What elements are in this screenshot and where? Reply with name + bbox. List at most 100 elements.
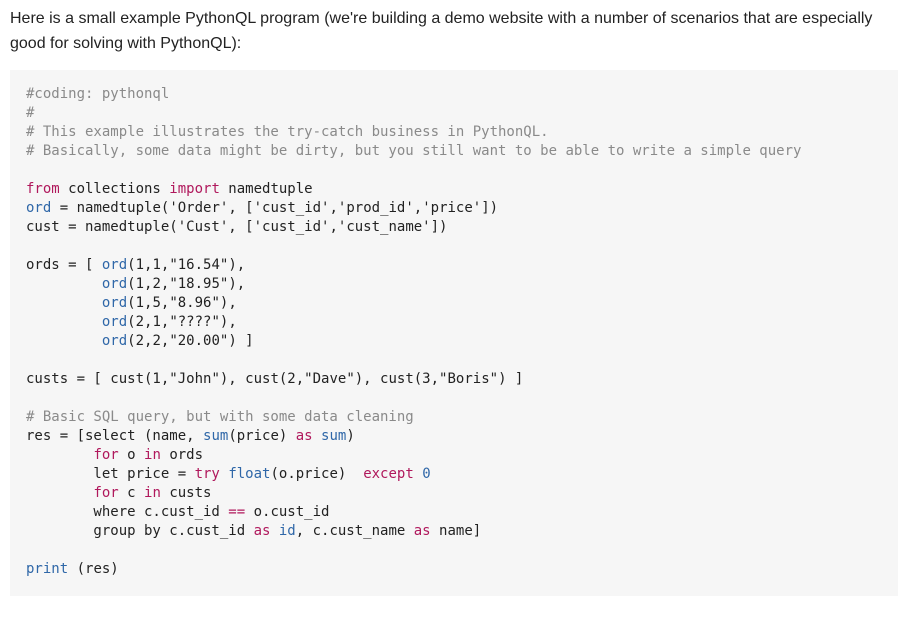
- code-token: ), cust(3,: [354, 371, 440, 387]
- code-token: , [: [228, 219, 254, 235]
- code-token: collections: [59, 181, 170, 197]
- code-listing: #coding: pythonql # # This example illustr…: [26, 85, 882, 579]
- code-line: where c.cust_id == o.cust_id: [26, 503, 882, 522]
- code-token: as: [413, 523, 431, 539]
- code-token: "18.95": [169, 276, 229, 292]
- code-token: ord: [101, 276, 128, 292]
- code-token: o: [118, 447, 145, 463]
- code-token: (1,2,: [127, 276, 170, 292]
- code-token: as: [253, 523, 271, 539]
- code-token: for: [93, 485, 119, 501]
- code-token: 'price': [422, 200, 482, 216]
- code-line: ord(1,2,"18.95"),: [26, 275, 882, 294]
- code-token: (res): [68, 561, 119, 577]
- code-token: try: [194, 466, 220, 482]
- code-token: (price): [228, 428, 296, 444]
- code-token: = namedtuple(: [51, 200, 170, 216]
- code-token: let price =: [26, 466, 195, 482]
- code-token: cust = namedtuple(: [26, 219, 178, 235]
- code-token: c: [118, 485, 145, 501]
- code-token: ords = [: [26, 257, 102, 273]
- code-line: ord(2,1,"????"),: [26, 313, 882, 332]
- code-token: ]): [430, 219, 448, 235]
- code-token: ),: [228, 276, 246, 292]
- code-line: # Basic SQL query, but with some data cl…: [26, 408, 882, 427]
- code-token: custs = [ cust(1,: [26, 371, 170, 387]
- code-token: (1,1,: [127, 257, 170, 273]
- code-token: , [: [228, 200, 254, 216]
- code-token: ) ]: [228, 333, 254, 349]
- code-token: float: [228, 466, 271, 482]
- code-token: #: [26, 105, 35, 121]
- code-token: ord: [101, 333, 128, 349]
- code-token: ord: [26, 200, 52, 216]
- code-token: 'cust_name': [337, 219, 431, 235]
- code-token: ), cust(2,: [219, 371, 305, 387]
- code-line: custs = [ cust(1,"John"), cust(2,"Dave")…: [26, 370, 882, 389]
- code-token: sum: [203, 428, 229, 444]
- code-token: in: [144, 447, 161, 463]
- intro-paragraph: Here is a small example PythonQL program…: [10, 10, 873, 52]
- code-token: "????": [169, 314, 220, 330]
- code-token: group by c.cust_id: [26, 523, 254, 539]
- code-token: 'cust_id': [253, 219, 330, 235]
- code-line: res = [select (name, sum(price) as sum): [26, 427, 882, 446]
- code-token: name]: [430, 523, 482, 539]
- code-token: ,: [329, 200, 338, 216]
- code-token: (2,1,: [127, 314, 170, 330]
- code-token: namedtuple: [219, 181, 313, 197]
- code-token: (2,2,: [127, 333, 170, 349]
- code-token: ]): [481, 200, 499, 216]
- code-token: ord: [101, 295, 128, 311]
- code-line: from collections import namedtuple: [26, 180, 882, 199]
- code-token: (1,5,: [127, 295, 170, 311]
- code-token: ords: [160, 447, 204, 463]
- code-token: id: [278, 523, 296, 539]
- code-token: o.cust_id: [245, 504, 330, 520]
- code-token: ),: [219, 314, 237, 330]
- code-token: (o.price): [270, 466, 364, 482]
- code-line: print (res): [26, 560, 882, 579]
- code-line: group by c.cust_id as id, c.cust_name as…: [26, 522, 882, 541]
- code-token: "John": [169, 371, 220, 387]
- code-token: ): [346, 428, 355, 444]
- code-token: 'Order': [169, 200, 229, 216]
- code-token: for: [93, 447, 119, 463]
- code-token: 0: [422, 466, 431, 482]
- code-token: where c.cust_id: [26, 504, 229, 520]
- code-token: print: [26, 561, 69, 577]
- code-line: #coding: pythonql: [26, 85, 882, 104]
- code-line: for c in custs: [26, 484, 882, 503]
- code-line: ords = [ ord(1,1,"16.54"),: [26, 256, 882, 275]
- code-token: import: [169, 181, 220, 197]
- code-line: # This example illustrates the try-catch…: [26, 123, 882, 142]
- code-token: , c.cust_name: [295, 523, 414, 539]
- code-token: 'cust_id': [253, 200, 330, 216]
- code-token: "16.54": [169, 257, 229, 273]
- code-token: "Dave": [304, 371, 355, 387]
- code-token: except: [363, 466, 414, 482]
- code-token: as: [295, 428, 313, 444]
- code-token: 'Cust': [177, 219, 229, 235]
- code-token: ord: [101, 257, 128, 273]
- code-line: cust = namedtuple('Cust', ['cust_id','cu…: [26, 218, 882, 237]
- code-token: from: [26, 181, 60, 197]
- code-line: #: [26, 104, 882, 123]
- code-token: ) ]: [498, 371, 524, 387]
- code-token: "8.96": [169, 295, 220, 311]
- code-token: ,: [413, 200, 423, 216]
- code-line: ord(2,2,"20.00") ]: [26, 332, 882, 351]
- code-token: 'prod_id': [337, 200, 414, 216]
- code-token: res = [select (name,: [26, 428, 204, 444]
